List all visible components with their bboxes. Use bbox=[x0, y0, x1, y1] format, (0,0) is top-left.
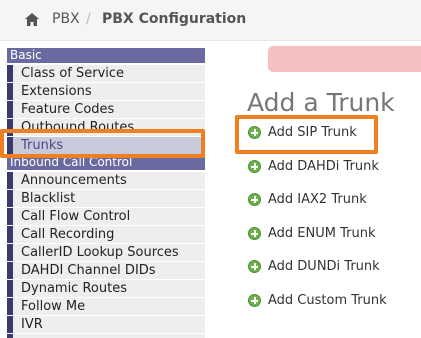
add-icon bbox=[248, 260, 261, 273]
sidebar-item-feature-codes[interactable]: Feature Codes bbox=[7, 101, 205, 118]
add-icon bbox=[248, 126, 261, 139]
sidebar-item-announcements[interactable]: Announcements bbox=[7, 172, 205, 189]
sidebar-item-call-flow-control[interactable]: Call Flow Control bbox=[7, 208, 205, 225]
add-enum-trunk-label: Add ENUM Trunk bbox=[268, 226, 376, 241]
add-custom-trunk-label: Add Custom Trunk bbox=[268, 293, 387, 308]
add-iax2-trunk-label: Add IAX2 Trunk bbox=[268, 192, 367, 207]
sidebar-item-class-of-service[interactable]: Class of Service bbox=[7, 65, 205, 82]
add-icon bbox=[248, 227, 261, 240]
sidebar-item-follow-me[interactable]: Follow Me bbox=[7, 298, 205, 315]
sidebar-item-extensions[interactable]: Extensions bbox=[7, 83, 205, 100]
add-dahdi-trunk-label: Add DAHDi Trunk bbox=[268, 159, 379, 174]
add-icon bbox=[248, 294, 261, 307]
page-title: Add a Trunk bbox=[247, 88, 395, 117]
trunks-highlight-box bbox=[0, 129, 205, 158]
sidebar-item-blacklist[interactable]: Blacklist bbox=[7, 190, 205, 207]
sidebar-item-dynamic-routes[interactable]: Dynamic Routes bbox=[7, 280, 205, 297]
add-icon bbox=[248, 193, 261, 206]
sidebar-item-dahdi-channel-dids[interactable]: DAHDI Channel DIDs bbox=[7, 262, 205, 279]
sidebar-section-basic: Basic bbox=[7, 48, 205, 63]
sidebar-item-call-recording[interactable]: Call Recording bbox=[7, 226, 205, 243]
add-dundi-trunk-label: Add DUNDi Trunk bbox=[268, 259, 380, 274]
sidebar-item-callerid-lookup-sources[interactable]: CallerID Lookup Sources bbox=[7, 244, 205, 261]
sidebar-item-ivr[interactable]: IVR bbox=[7, 316, 205, 333]
sidebar-item-next[interactable] bbox=[7, 334, 205, 338]
add-icon bbox=[248, 160, 261, 173]
add-sip-trunk-label: Add SIP Trunk bbox=[268, 125, 357, 140]
